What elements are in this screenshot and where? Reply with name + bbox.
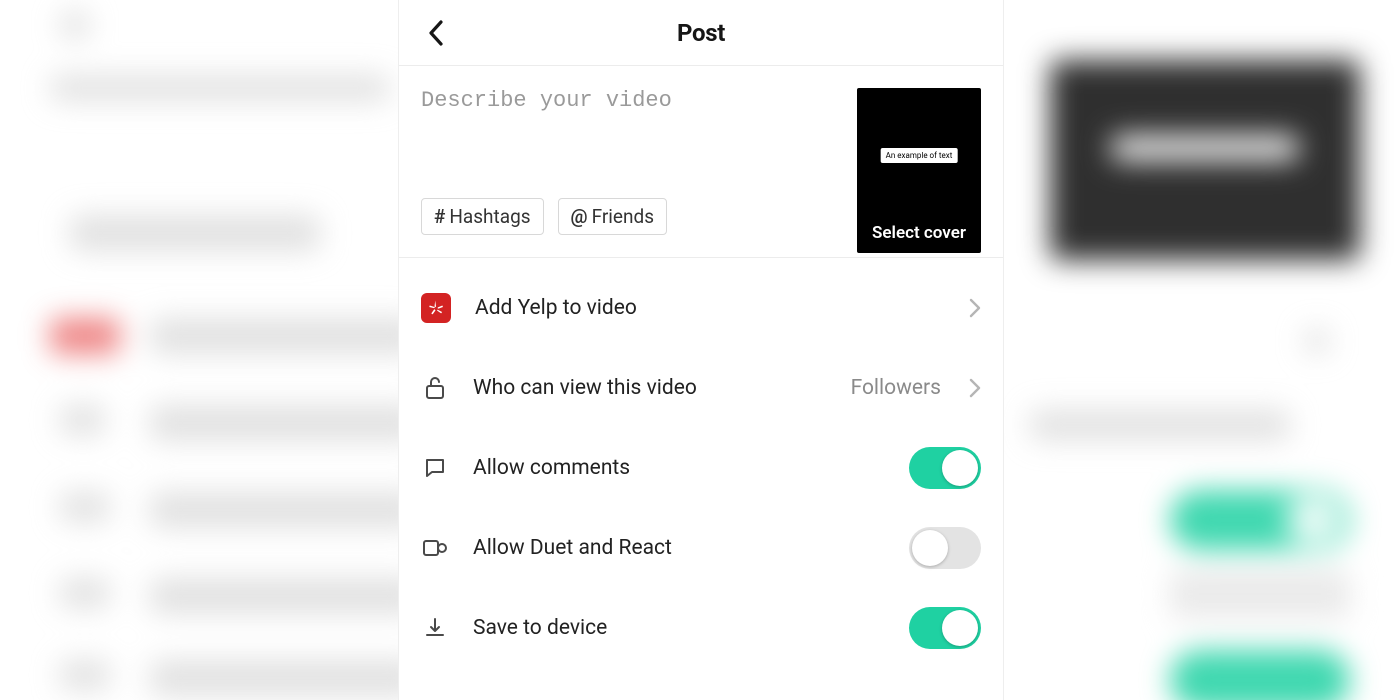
duet-icon bbox=[421, 534, 449, 562]
hashtags-chip-label: Hashtags bbox=[449, 205, 530, 228]
allow-duet-row: Allow Duet and React bbox=[421, 508, 981, 588]
at-icon: @ bbox=[571, 205, 588, 228]
save-to-device-row: Save to device bbox=[421, 588, 981, 668]
download-icon bbox=[421, 614, 449, 642]
caption-section: # Hashtags @ Friends An example of text … bbox=[399, 66, 1003, 258]
chevron-left-icon bbox=[428, 20, 444, 46]
select-cover-button[interactable]: An example of text Select cover bbox=[857, 88, 981, 253]
privacy-row[interactable]: Who can view this video Followers bbox=[421, 348, 981, 428]
allow-comments-toggle[interactable] bbox=[909, 447, 981, 489]
add-yelp-label: Add Yelp to video bbox=[475, 296, 945, 320]
chevron-right-icon bbox=[969, 298, 981, 318]
allow-duet-label: Allow Duet and React bbox=[473, 536, 885, 560]
post-modal: Post # Hashtags @ Friends An example of … bbox=[398, 0, 1004, 700]
allow-comments-label: Allow comments bbox=[473, 456, 885, 480]
privacy-value: Followers bbox=[851, 376, 941, 400]
add-yelp-row[interactable]: Add Yelp to video bbox=[421, 268, 981, 348]
hashtags-chip[interactable]: # Hashtags bbox=[421, 198, 544, 235]
cover-preview-text: An example of text bbox=[881, 148, 958, 163]
save-to-device-toggle[interactable] bbox=[909, 607, 981, 649]
chevron-right-icon bbox=[969, 378, 981, 398]
friends-chip-label: Friends bbox=[592, 205, 654, 228]
caption-input[interactable] bbox=[421, 88, 839, 198]
settings-list: Add Yelp to video Who can view this vide… bbox=[399, 268, 1003, 668]
allow-duet-toggle[interactable] bbox=[909, 527, 981, 569]
lock-open-icon bbox=[421, 374, 449, 402]
hash-icon: # bbox=[434, 205, 445, 228]
modal-header: Post bbox=[399, 0, 1003, 66]
privacy-label: Who can view this video bbox=[473, 376, 827, 400]
allow-comments-row: Allow comments bbox=[421, 428, 981, 508]
yelp-icon bbox=[421, 293, 451, 323]
back-button[interactable] bbox=[421, 18, 451, 48]
select-cover-label: Select cover bbox=[872, 223, 966, 243]
page-title: Post bbox=[677, 19, 725, 47]
save-to-device-label: Save to device bbox=[473, 616, 885, 640]
comment-icon bbox=[421, 454, 449, 482]
friends-chip[interactable]: @ Friends bbox=[558, 198, 667, 235]
